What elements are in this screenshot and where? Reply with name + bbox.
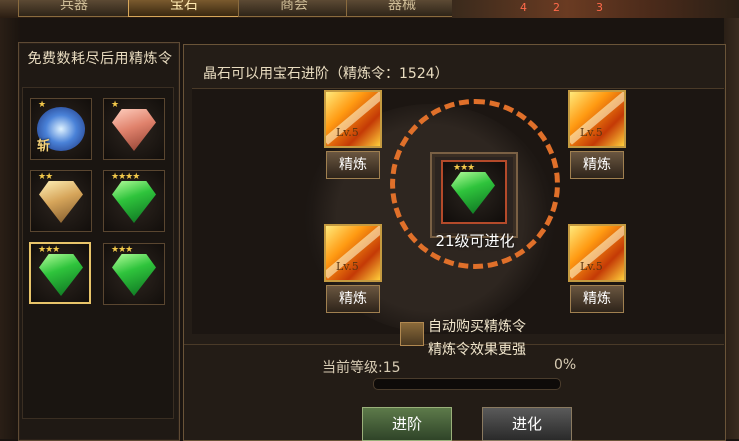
scene-number: 4 bbox=[520, 1, 527, 14]
material-level: Lv.5 bbox=[336, 260, 359, 273]
tab-guild[interactable]: 商会 bbox=[238, 0, 350, 17]
current-level: 当前等级:15 bbox=[322, 360, 401, 376]
gem-slot-3[interactable]: ★★ bbox=[30, 170, 92, 232]
gem-slot-2[interactable]: ★ bbox=[103, 98, 165, 160]
evolve-button[interactable]: 进化 bbox=[482, 407, 572, 441]
star-rating: ★ bbox=[111, 100, 119, 110]
auto-buy-label: 自动购买精炼令 bbox=[428, 319, 526, 335]
material-level: Lv.5 bbox=[580, 260, 603, 273]
progress-bar bbox=[373, 378, 561, 390]
advance-button[interactable]: 进阶 bbox=[362, 407, 452, 441]
tab-gems[interactable]: 宝石 bbox=[128, 0, 240, 17]
right-edge bbox=[724, 18, 739, 439]
scene-number: 3 bbox=[596, 1, 603, 14]
green-gem-icon bbox=[451, 172, 495, 214]
gem-slot-1[interactable]: ★ 斩 bbox=[30, 98, 92, 160]
star-rating: ★★★★ bbox=[111, 172, 140, 182]
gem-slot-6[interactable]: ★★★ bbox=[103, 243, 165, 305]
left-edge bbox=[0, 18, 20, 439]
refine-material-icon[interactable]: Lv.5 bbox=[324, 90, 382, 148]
green-gem-icon bbox=[39, 254, 83, 296]
scene-number: 2 bbox=[553, 1, 560, 14]
salmon-gem-icon bbox=[112, 109, 156, 151]
green-gem-icon bbox=[112, 254, 156, 296]
evolve-status: 21级可进化 bbox=[435, 232, 515, 250]
green-gem-icon bbox=[112, 181, 156, 223]
tab-machinery[interactable]: 器械 bbox=[346, 0, 458, 17]
refine-button[interactable]: 精炼 bbox=[570, 151, 624, 179]
gem-slot-4[interactable]: ★★★★ bbox=[103, 170, 165, 232]
gem-slot-5[interactable]: ★★★ bbox=[29, 242, 91, 304]
refine-material-icon[interactable]: Lv.5 bbox=[324, 224, 382, 282]
star-rating: ★★ bbox=[38, 172, 53, 182]
seal-badge: 斩 bbox=[37, 139, 51, 154]
star-rating: ★★★ bbox=[111, 245, 133, 255]
tab-weapons[interactable]: 兵器 bbox=[18, 0, 130, 17]
refine-button[interactable]: 精炼 bbox=[570, 285, 624, 313]
material-level: Lv.5 bbox=[336, 126, 359, 139]
star-rating: ★★★ bbox=[453, 163, 475, 173]
star-rating: ★★★ bbox=[38, 245, 60, 255]
auto-buy-checkbox[interactable] bbox=[400, 322, 424, 346]
auto-buy-subtext: 精炼令效果更强 bbox=[428, 342, 526, 358]
refine-button[interactable]: 精炼 bbox=[326, 151, 380, 179]
refine-material-icon[interactable]: Lv.5 bbox=[568, 224, 626, 282]
gold-gem-icon bbox=[39, 181, 83, 223]
gem-list-title: 免费数耗尽后用精炼令 bbox=[27, 51, 173, 67]
progress-percent: 0% bbox=[554, 357, 577, 373]
panel-title: 晶石可以用宝石进阶（精炼令：1524） bbox=[203, 66, 449, 82]
center-gem-slot[interactable]: ★★★ bbox=[441, 160, 507, 224]
refine-button[interactable]: 精炼 bbox=[326, 285, 380, 313]
star-rating: ★ bbox=[38, 100, 46, 110]
refine-material-icon[interactable]: Lv.5 bbox=[568, 90, 626, 148]
material-level: Lv.5 bbox=[580, 126, 603, 139]
